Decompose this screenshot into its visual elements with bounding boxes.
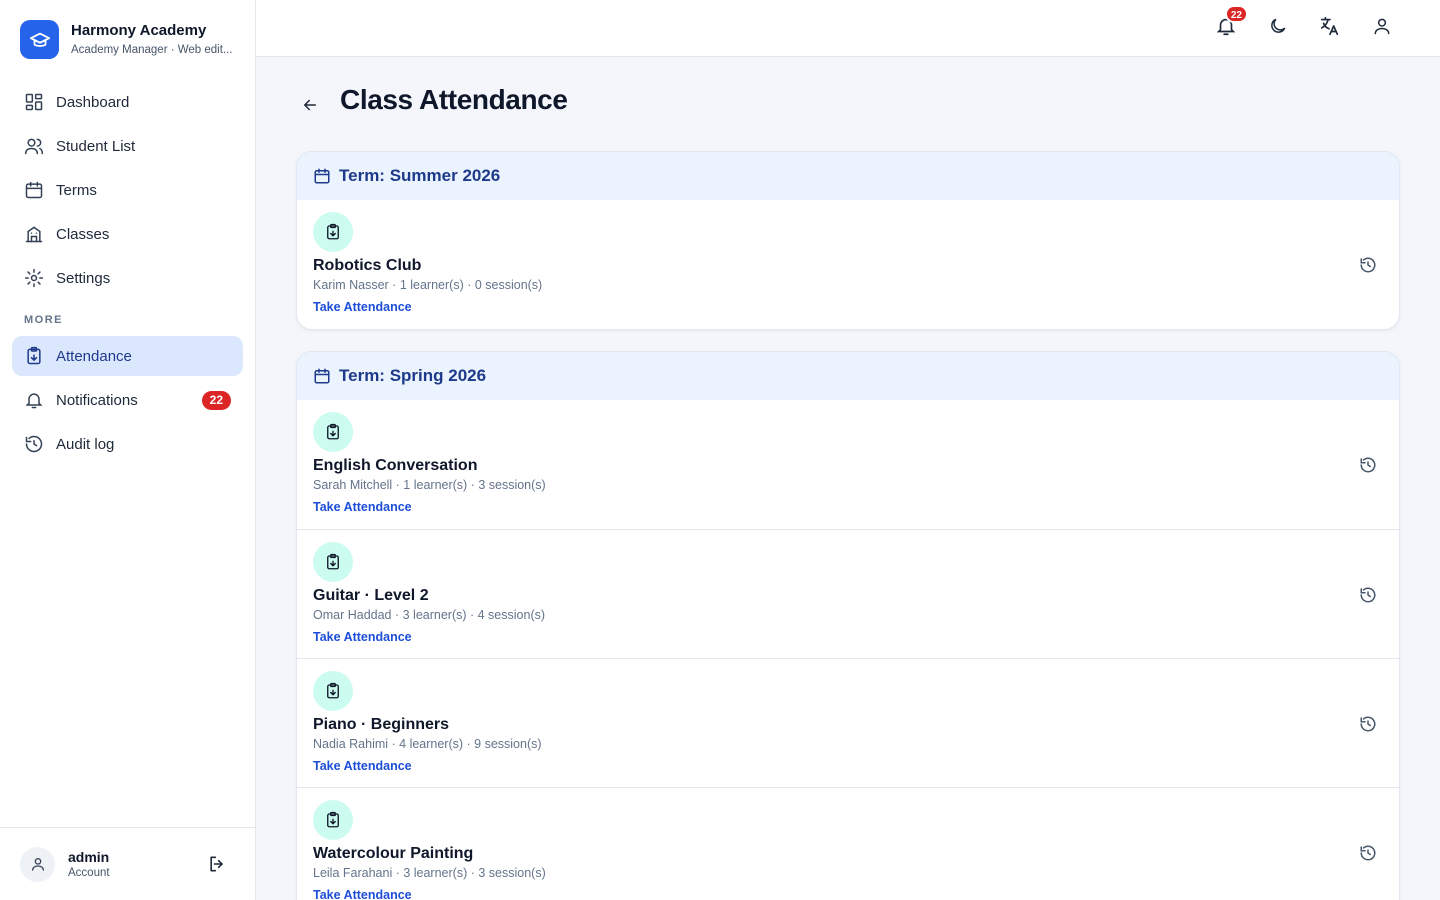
class-meta: Nadia Rahimi · 4 learner(s) · 9 session(… — [313, 737, 542, 751]
translate-icon — [1319, 15, 1341, 42]
main-content: Class Attendance Term: Summer 2026 Robot… — [296, 57, 1400, 900]
class-row: Guitar · Level 2 Omar Haddad · 3 learner… — [297, 529, 1399, 658]
account-name: admin — [68, 848, 110, 865]
building-icon — [24, 224, 44, 244]
sidebar-item-dashboard[interactable]: Dashboard — [12, 82, 243, 122]
notification-count-badge: 22 — [1224, 5, 1248, 23]
class-meta: Sarah Mitchell · 1 learner(s) · 3 sessio… — [313, 478, 546, 492]
gear-icon — [24, 268, 44, 288]
sidebar-item-label: Attendance — [56, 347, 132, 365]
clipboard-icon — [313, 412, 353, 452]
account-role: Account — [68, 866, 110, 879]
sidebar-item-label: Dashboard — [56, 93, 130, 111]
sidebar: Harmony Academy Academy Manager · Web ed… — [0, 0, 256, 900]
class-name: Piano · Beginners — [313, 716, 450, 733]
notification-count-badge: 22 — [201, 390, 231, 410]
term-title: Term: Spring 2026 — [339, 366, 487, 385]
term-header: Term: Summer 2026 — [297, 152, 1399, 200]
sidebar-item-label: Classes — [56, 225, 110, 243]
account-panel: admin Account — [0, 827, 255, 900]
theme-toggle-button[interactable] — [1260, 14, 1296, 42]
calendar-icon — [313, 367, 331, 385]
history-icon[interactable] — [1357, 713, 1379, 735]
take-attendance-link[interactable]: Take Attendance — [313, 887, 412, 900]
dashboard-icon — [24, 92, 44, 112]
bell-icon — [24, 390, 44, 410]
profile-button[interactable] — [1364, 14, 1400, 42]
term-header: Term: Spring 2026 — [297, 352, 1399, 400]
sidebar-item-student-list[interactable]: Student List — [12, 126, 243, 166]
notifications-button[interactable]: 22 — [1208, 5, 1248, 42]
take-attendance-link[interactable]: Take Attendance — [313, 629, 412, 645]
sidebar-item-audit-log[interactable]: Audit log — [12, 424, 243, 464]
history-icon[interactable] — [1357, 454, 1379, 476]
term-card: Term: Summer 2026 Robotics Club Karim Na… — [296, 151, 1400, 330]
history-icon[interactable] — [1357, 584, 1379, 606]
sidebar-item-label: Student List — [56, 137, 136, 155]
term-title: Term: Summer 2026 — [339, 166, 501, 185]
sidebar-item-attendance[interactable]: Attendance — [12, 336, 243, 376]
section-label-more: MORE — [24, 314, 63, 326]
history-icon[interactable] — [1357, 254, 1379, 276]
class-name: Guitar · Level 2 — [313, 587, 429, 604]
clipboard-icon — [313, 671, 353, 711]
class-name: English Conversation — [313, 457, 478, 474]
sidebar-item-label: Audit log — [56, 435, 115, 453]
avatar[interactable] — [20, 846, 55, 882]
back-arrow-icon[interactable] — [296, 91, 324, 119]
class-name: Robotics Club — [313, 257, 422, 274]
class-row: Watercolour Painting Leila Farahani · 3 … — [297, 787, 1399, 900]
moon-icon — [1268, 16, 1288, 41]
sidebar-item-label: Terms — [56, 181, 97, 199]
brand-subtitle: Academy Manager · Web edit... — [71, 43, 233, 56]
logout-icon[interactable] — [205, 852, 229, 876]
sidebar-nav: Dashboard Student List Terms Classes Set… — [12, 82, 243, 468]
class-row: English Conversation Sarah Mitchell · 1 … — [297, 400, 1399, 529]
sidebar-item-terms[interactable]: Terms — [12, 170, 243, 210]
class-meta: Omar Haddad · 3 learner(s) · 4 session(s… — [313, 608, 546, 622]
history-icon[interactable] — [1357, 842, 1379, 864]
clipboard-icon — [313, 212, 353, 252]
sidebar-item-label: Settings — [56, 269, 111, 287]
history-icon — [24, 434, 44, 454]
calendar-icon — [313, 167, 331, 185]
clipboard-icon — [313, 800, 353, 840]
sidebar-item-notifications[interactable]: Notifications 22 — [12, 380, 243, 420]
top-bar: 22 — [256, 0, 1440, 57]
user-icon — [1372, 16, 1392, 41]
brand-title: Harmony Academy — [71, 21, 207, 39]
language-button[interactable] — [1312, 14, 1348, 42]
sidebar-item-settings[interactable]: Settings — [12, 258, 243, 298]
class-meta: Leila Farahani · 3 learner(s) · 3 sessio… — [313, 866, 546, 880]
take-attendance-link[interactable]: Take Attendance — [313, 499, 412, 515]
calendar-icon — [24, 180, 44, 200]
graduation-cap-icon — [20, 20, 59, 59]
class-row: Piano · Beginners Nadia Rahimi · 4 learn… — [297, 658, 1399, 787]
users-icon — [24, 136, 44, 156]
take-attendance-link[interactable]: Take Attendance — [313, 758, 412, 774]
page-title: Class Attendance — [340, 84, 568, 115]
sidebar-item-classes[interactable]: Classes — [12, 214, 243, 254]
clipboard-icon — [313, 542, 353, 582]
term-card: Term: Spring 2026 English Conversation S… — [296, 351, 1400, 900]
brand[interactable]: Harmony Academy Academy Manager · Web ed… — [20, 20, 239, 59]
class-name: Watercolour Painting — [313, 845, 474, 862]
class-row: Robotics Club Karim Nasser · 1 learner(s… — [297, 200, 1399, 329]
sidebar-item-label: Notifications — [56, 391, 138, 409]
take-attendance-link[interactable]: Take Attendance — [313, 299, 412, 315]
clipboard-icon — [24, 346, 44, 366]
class-meta: Karim Nasser · 1 learner(s) · 0 session(… — [313, 278, 543, 292]
